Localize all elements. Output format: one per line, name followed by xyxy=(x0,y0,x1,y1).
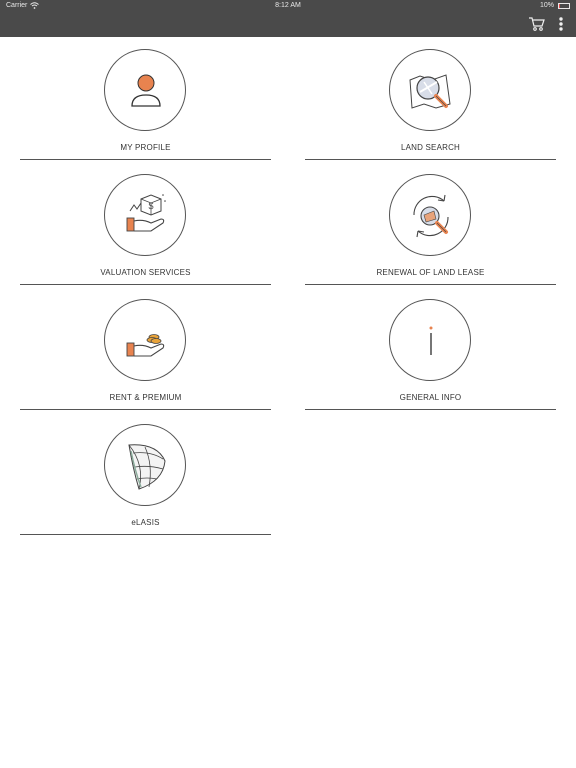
general-info-circle xyxy=(389,299,471,381)
menu-label: VALUATION SERVICES xyxy=(100,268,191,277)
svg-text:$: $ xyxy=(148,201,153,211)
menu-item-general-info[interactable]: GENERAL INFO xyxy=(305,287,556,411)
menu-label: GENERAL INFO xyxy=(399,393,462,402)
menu-item-my-profile[interactable]: MY PROFILE xyxy=(20,37,271,161)
menu-item-land-search[interactable]: LAND SEARCH xyxy=(305,37,556,161)
menu-label: LAND SEARCH xyxy=(400,143,461,152)
renewal-circle xyxy=(389,174,471,256)
renewal-icon xyxy=(413,194,449,238)
menu-item-renewal-of-land-lease[interactable]: RENEWAL OF LAND LEASE xyxy=(305,162,556,286)
divider xyxy=(20,409,271,410)
battery-level xyxy=(559,4,560,8)
menu-label: MY PROFILE xyxy=(120,143,171,152)
divider xyxy=(305,284,556,285)
divider xyxy=(20,159,271,160)
menu-label: RENEWAL OF LAND LEASE xyxy=(376,268,485,277)
rent-premium-circle xyxy=(104,299,186,381)
status-time: 8:12 AM xyxy=(275,2,301,9)
elasis-circle xyxy=(104,424,186,506)
battery-percent: 10% xyxy=(539,2,554,9)
user-icon xyxy=(131,74,161,107)
nav-bar xyxy=(0,12,576,37)
menu-item-valuation-services[interactable]: $ VALUATION SERVICES xyxy=(20,162,271,286)
valuation-services-circle: $ xyxy=(104,174,186,256)
divider xyxy=(305,159,556,160)
divider xyxy=(305,409,556,410)
coins-hand-icon xyxy=(126,334,165,357)
info-icon xyxy=(429,326,433,355)
status-bar: Carrier 8:12 AM 10% xyxy=(0,0,576,12)
menu-label: eLASIS xyxy=(131,518,160,527)
divider xyxy=(20,534,271,535)
globe-map-icon xyxy=(128,444,166,490)
cart-icon[interactable] xyxy=(528,15,546,33)
map-search-icon xyxy=(409,74,451,109)
more-vertical-icon[interactable] xyxy=(554,15,568,33)
valuation-icon: $ xyxy=(126,194,166,232)
land-search-circle xyxy=(389,49,471,131)
my-profile-circle xyxy=(104,49,186,131)
menu-item-elasis[interactable]: eLASIS xyxy=(20,412,271,536)
battery-icon xyxy=(558,3,570,9)
divider xyxy=(20,284,271,285)
menu-item-rent-premium[interactable]: RENT & PREMIUM xyxy=(20,287,271,411)
menu-label: RENT & PREMIUM xyxy=(109,393,182,402)
